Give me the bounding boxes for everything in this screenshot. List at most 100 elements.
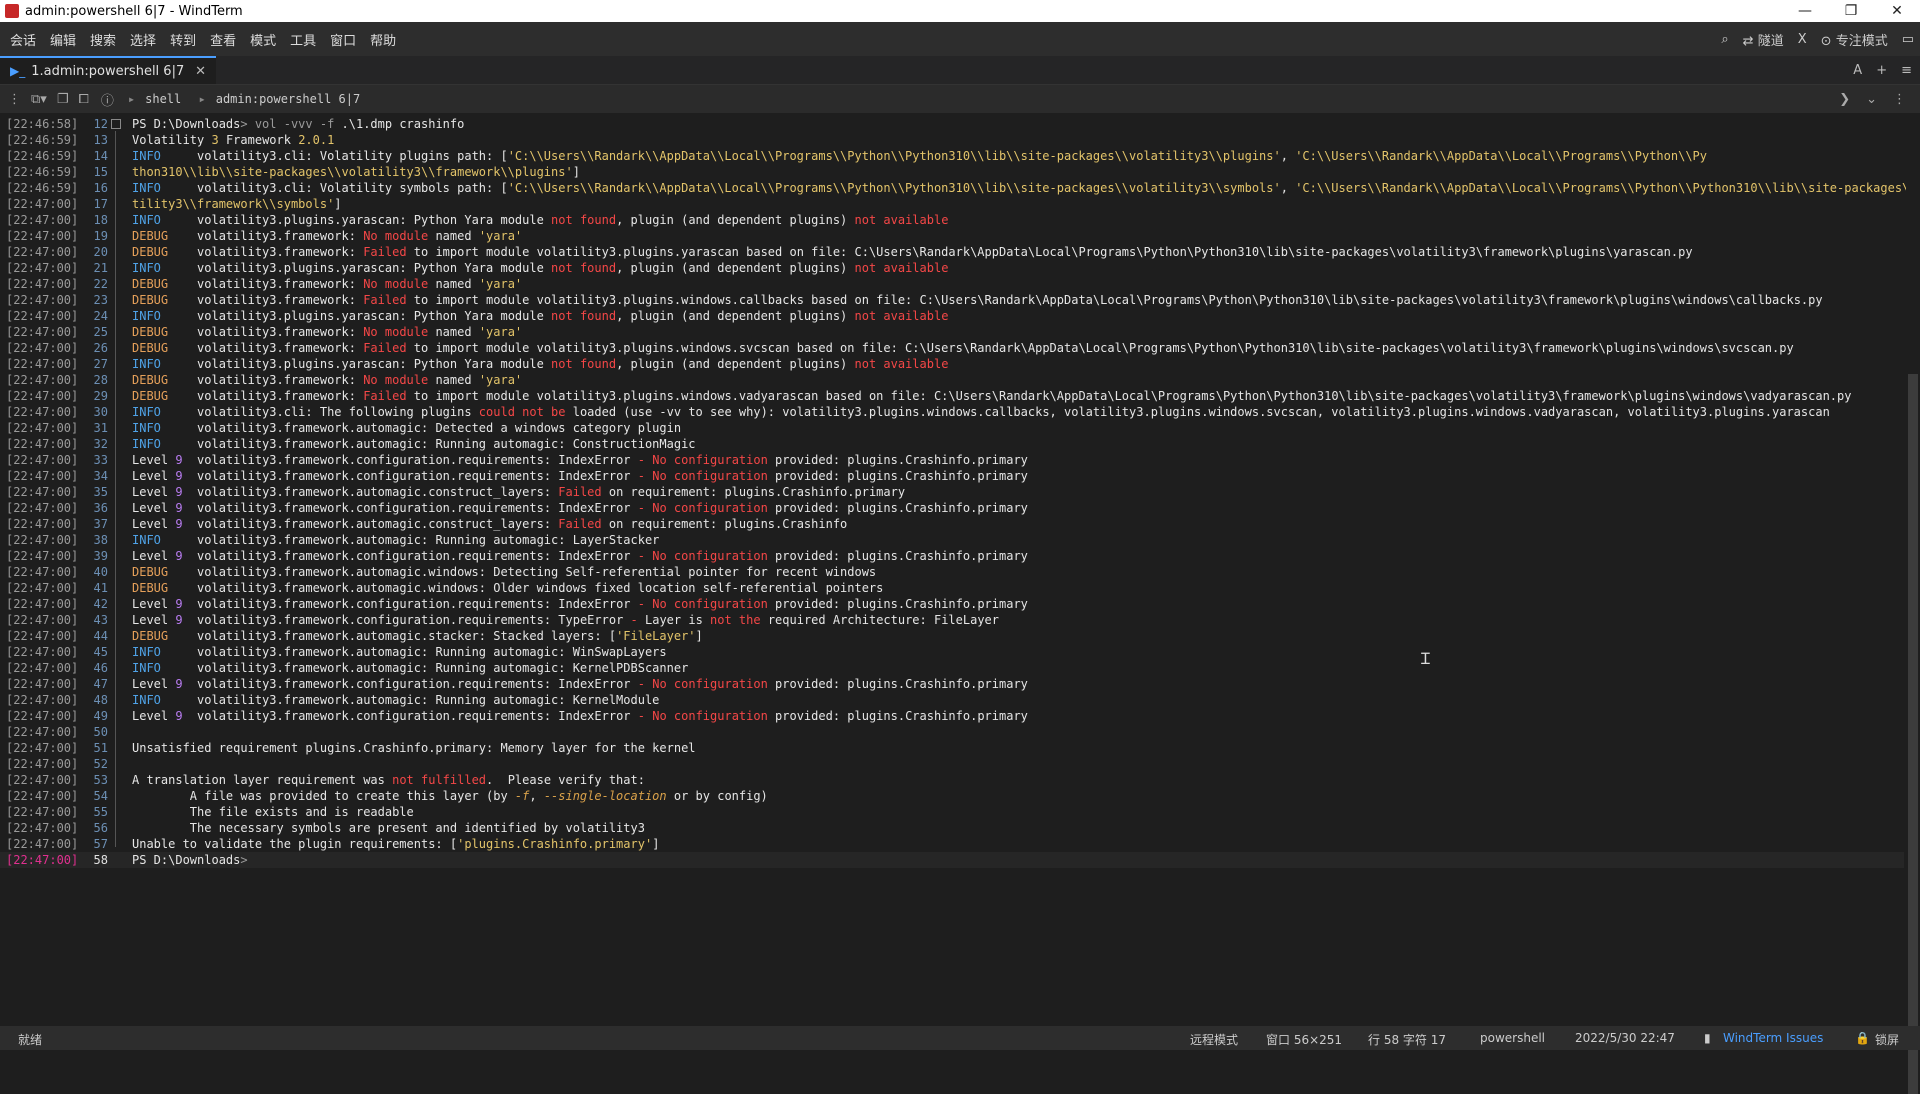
text-segment: DEBUG <box>132 229 169 243</box>
text-segment: - <box>637 549 645 563</box>
menu-select[interactable]: 选择 <box>123 30 163 49</box>
text-segment: DEBUG <box>132 373 169 387</box>
line-timestamp: [22:47:00] <box>6 341 79 355</box>
new-tab-button[interactable]: + <box>1876 63 1887 78</box>
text-segment: Framework <box>218 133 299 147</box>
line-timestamp: [22:47:00] <box>6 293 79 307</box>
line-text: DEBUG volatility3.framework: No module n… <box>132 372 522 388</box>
terminal-line: [22:46:59] 13 Volatility 3 Framework 2.0.1 <box>0 132 1904 148</box>
x-button[interactable]: X <box>1798 32 1807 47</box>
more-icon[interactable]: ⋮ <box>1893 92 1906 107</box>
scrollbar-thumb[interactable] <box>1908 374 1918 1094</box>
line-timestamp: [22:47:00] <box>6 693 79 707</box>
menu-edit[interactable]: 编辑 <box>43 30 83 49</box>
menu-session[interactable]: 会话 <box>3 30 43 49</box>
text-segment: , plugin (and dependent plugins) <box>616 213 855 227</box>
text-segment: - <box>637 453 645 467</box>
terminal-line: [22:47:00] 43 Level 9 volatility3.framewor… <box>0 612 1904 628</box>
text-segment: DEBUG <box>132 629 169 643</box>
breadcrumb-arrow-icon: ▸ <box>198 92 206 106</box>
new-session-icon[interactable]: ⧉▾ <box>31 92 47 107</box>
menu-mode[interactable]: 模式 <box>243 30 283 49</box>
maximize-button[interactable]: ❐ <box>1828 0 1874 22</box>
duplicate-session-icon[interactable]: ❐ <box>57 92 69 107</box>
line-timestamp: [22:47:00] <box>6 581 79 595</box>
text-segment: vol -vvv -f <box>254 117 342 131</box>
text-segment: 'yara' <box>478 373 523 387</box>
line-number: 43 <box>93 613 108 627</box>
text-segment: 'yara' <box>478 229 523 243</box>
text-segment: tility3\\framework\\symbols' <box>132 197 335 211</box>
line-timestamp: [22:47:00] <box>6 837 79 851</box>
breadcrumb-session[interactable]: admin:powershell 6|7 <box>216 92 361 106</box>
status-bar: 就绪 远程模式 窗口 56×251 行 58 字符 17 powershell … <box>0 1026 1920 1050</box>
text-segment: named <box>428 229 479 243</box>
minimize-button[interactable]: — <box>1782 0 1828 22</box>
tunnel-button[interactable]: ⇄ 隧道 <box>1743 30 1784 49</box>
line-number: 44 <box>93 629 108 643</box>
text-segment: DEBUG <box>132 341 169 355</box>
text-segment: thon310\\lib\\site-packages\\volatility3… <box>132 165 573 179</box>
line-number: 23 <box>93 293 108 307</box>
terminal-line: [22:47:00] 57 Unable to validate the plugi… <box>0 836 1904 852</box>
text-segment: volatility3.framework.automagic: Running… <box>160 693 660 707</box>
menu-goto[interactable]: 转到 <box>163 30 203 49</box>
text-segment: . Please verify that: <box>486 773 645 787</box>
status-ready: 就绪 <box>18 1033 43 1047</box>
text-segment: or by config) <box>666 789 768 803</box>
line-timestamp: [22:47:00] <box>6 533 79 547</box>
terminal-line: [22:47:00] 58 PS D:\Downloads> <box>0 852 1904 868</box>
status-issues-link[interactable]: WindTerm Issues <box>1723 1031 1823 1045</box>
text-segment: provided: plugins.Crashinfo.primary <box>767 501 1028 515</box>
search-icon[interactable]: ⌕ <box>1721 32 1728 47</box>
menu-help[interactable]: 帮助 <box>363 30 403 49</box>
text-segment: volatility3.framework.automagic: Running… <box>160 437 696 451</box>
text-segment: volatility3.framework: <box>168 277 364 291</box>
text-segment: volatility3.framework: <box>168 373 364 387</box>
text-segment: ] <box>334 197 342 211</box>
line-number: 20 <box>93 245 108 259</box>
terminal-output[interactable]: [22:46:58] 12 PS D:\Downloads> vol -vvv -f… <box>0 116 1920 1016</box>
line-number: 35 <box>93 485 108 499</box>
terminal-line: [22:47:00] 40 DEBUG volatility3.framework.… <box>0 564 1904 580</box>
menu-search[interactable]: 搜索 <box>83 30 123 49</box>
tab-session-1[interactable]: ▶_ 1.admin:powershell 6|7 ✕ <box>0 56 216 84</box>
line-number: 19 <box>93 229 108 243</box>
chevron-down-icon[interactable]: ⌄ <box>1866 92 1877 107</box>
terminal-line: [22:46:58] 12 PS D:\Downloads> vol -vvv -f… <box>0 116 1904 132</box>
menu-tools[interactable]: 工具 <box>283 30 323 49</box>
text-segment: PS D:\Downloads <box>132 853 241 867</box>
tunnel-icon: ⇄ <box>1742 33 1754 49</box>
line-text: INFO volatility3.framework.automagic: De… <box>132 420 681 436</box>
status-lock-screen[interactable]: 锁屏 <box>1875 1031 1899 1048</box>
tab-close-icon[interactable]: ✕ <box>195 64 206 79</box>
clone-session-icon[interactable]: ⧠ <box>78 92 88 107</box>
line-timestamp: [22:47:00] <box>6 517 79 531</box>
vertical-scrollbar[interactable] <box>1906 116 1920 1094</box>
breadcrumb-shell[interactable]: shell <box>145 92 181 106</box>
fold-toggle-icon[interactable] <box>111 119 121 129</box>
text-segment: volatility3.framework: <box>168 245 364 259</box>
menu-view[interactable]: 查看 <box>203 30 243 49</box>
status-remote-mode[interactable]: 远程模式 <box>1190 1031 1238 1048</box>
font-size-button[interactable]: A <box>1853 63 1862 78</box>
line-text: INFO volatility3.framework.automagic: Ru… <box>132 644 667 660</box>
close-button[interactable]: ✕ <box>1874 0 1920 22</box>
menu-window[interactable]: 窗口 <box>323 30 363 49</box>
text-cursor-icon: Ɪ <box>1421 649 1430 668</box>
line-text: thon310\\lib\\site-packages\\volatility3… <box>132 164 580 180</box>
terminal-line: [22:47:00] 31 INFO volatility3.framework.a… <box>0 420 1904 436</box>
status-shell[interactable]: powershell <box>1480 1031 1545 1045</box>
text-segment: crashinfo <box>392 117 465 131</box>
text-segment: Unable to validate the plugin requiremen… <box>132 837 458 851</box>
text-segment: 'C:\\Users\\Randark\\AppData\\Local\\Pro… <box>507 181 1281 195</box>
session-toolbar: ⋮ ⧉▾ ❐ ⧠ ⓘ ▸ shell ▸ admin:powershell 6|7 … <box>0 85 1920 113</box>
focus-mode-button[interactable]: ⊙ 专注模式 <box>1821 30 1888 49</box>
line-text: INFO volatility3.framework.automagic: Ru… <box>132 692 659 708</box>
chevron-right-icon[interactable]: ❯ <box>1839 92 1850 107</box>
status-position[interactable]: 行 58 字符 17 <box>1368 1031 1446 1048</box>
text-segment: - <box>637 597 645 611</box>
info-icon[interactable]: ⓘ <box>101 90 114 109</box>
tab-menu-button[interactable]: ≡ <box>1901 63 1912 78</box>
layout-icon[interactable]: ▭ <box>1902 32 1914 47</box>
